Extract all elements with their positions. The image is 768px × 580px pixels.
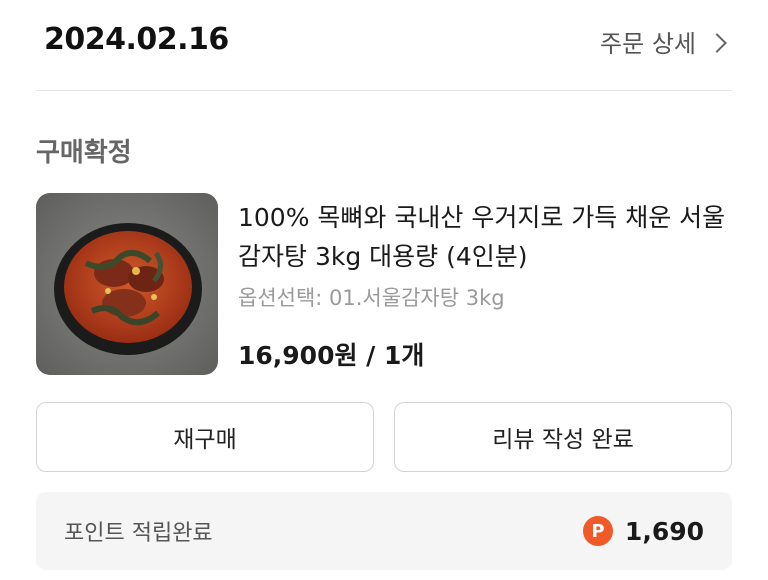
points-value: 1,690 — [624, 516, 704, 546]
order-status: 구매확정 — [36, 138, 132, 168]
point-icon: P — [582, 516, 613, 546]
order-detail-label: 주문 상세 — [600, 30, 696, 58]
points-label: 포인트 적립완료 — [64, 521, 213, 546]
product-title[interactable]: 100% 목뼈와 국내산 우거지로 가득 채운 서울 감자탕 3kg 대용량 (… — [238, 198, 738, 276]
divider — [36, 90, 732, 91]
rebuy-button[interactable]: 재구매 — [36, 402, 374, 472]
order-detail-link[interactable]: 주문 상세 — [600, 24, 727, 59]
points-amount-group: P 1,690 — [582, 516, 704, 546]
product-thumbnail[interactable] — [36, 193, 218, 375]
product-option: 옵션선택: 01.서울감자탕 3kg — [238, 286, 505, 310]
product-image — [36, 193, 218, 375]
points-summary: 포인트 적립완료 P 1,690 — [36, 492, 732, 570]
product-price: 16,900원 / 1개 — [238, 341, 425, 370]
chevron-right-icon — [707, 32, 727, 53]
order-date: 2024.02.16 — [44, 22, 229, 57]
review-complete-button[interactable]: 리뷰 작성 완료 — [394, 402, 732, 472]
